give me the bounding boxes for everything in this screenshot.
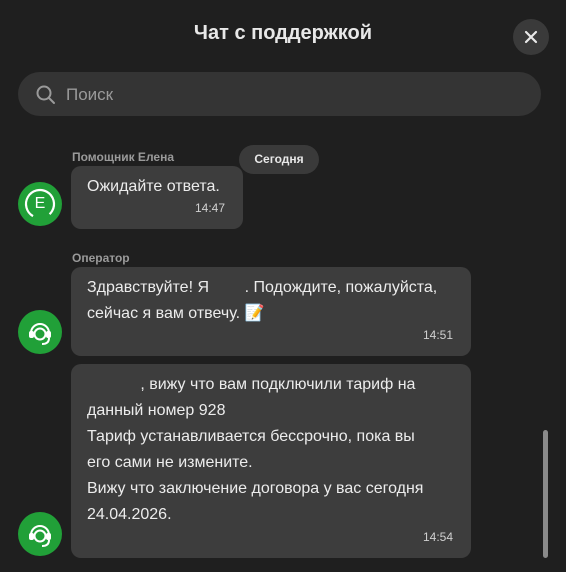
scrollbar[interactable] [543,430,548,558]
message-bubble: Ожидайте ответа. 14:47 [71,166,243,229]
message-time: 14:51 [422,328,453,342]
search-bar[interactable] [18,72,541,118]
close-icon [524,30,538,44]
message-text: , вижу что вам подключили тариф на данны… [87,376,424,523]
assistant-avatar: E [18,182,62,226]
message-bubble: , вижу что вам подключили тариф на данны… [71,364,471,558]
search-input[interactable] [64,72,528,118]
headset-icon [29,323,51,345]
search-icon [36,85,55,104]
sender-name: Оператор [72,251,130,265]
operator-avatar [18,310,62,354]
avatar-letter: E [34,195,46,212]
sender-name: Помощник Елена [72,150,174,164]
operator-avatar [18,512,62,556]
headset-icon [29,525,51,547]
message-bubble: Здравствуйте! Я . Подождите, пожалуйста,… [71,267,471,356]
close-button[interactable] [513,19,549,55]
message-text: Здравствуйте! Я . Подождите, пожалуйста,… [87,279,438,322]
date-chip: Сегодня [239,145,319,174]
message-time: 14:54 [422,530,453,544]
chat-title: Чат с поддержкой [193,22,373,44]
message-time: 14:47 [194,201,225,215]
